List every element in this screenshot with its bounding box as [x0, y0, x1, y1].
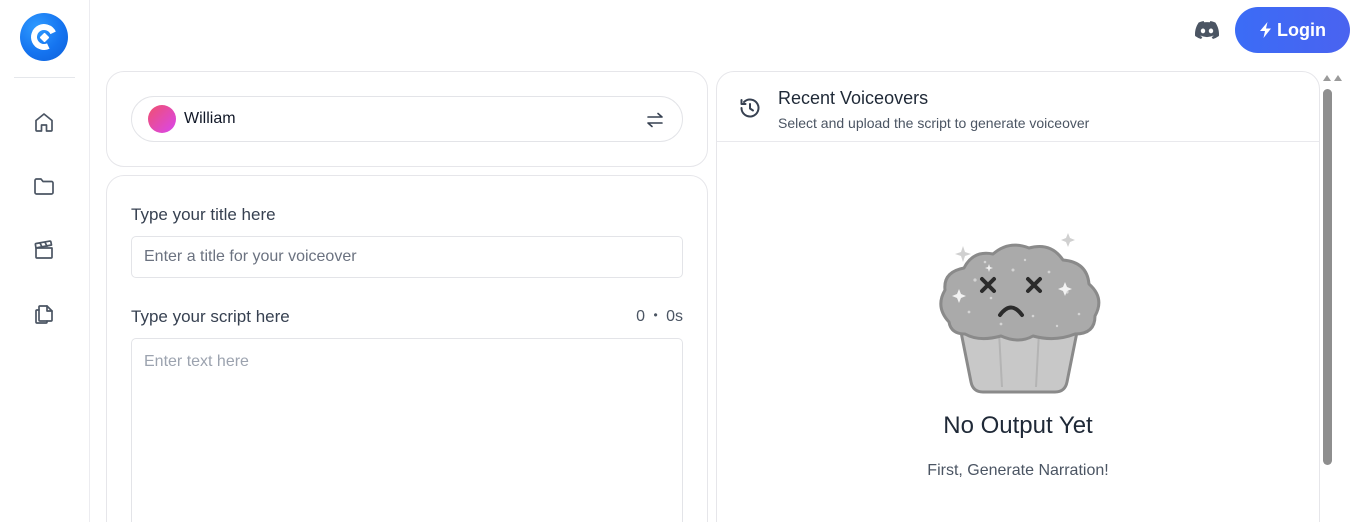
voice-name: William	[184, 110, 236, 127]
login-button[interactable]: Login	[1235, 7, 1350, 53]
folder-icon	[34, 178, 54, 195]
recent-voiceovers-panel: Recent Voiceovers Select and upload the …	[716, 71, 1320, 522]
duration: 0s	[666, 308, 683, 325]
script-counter: 0 • 0s	[636, 308, 683, 326]
recent-subtitle: Select and upload the script to generate…	[778, 115, 1090, 131]
home-icon	[35, 113, 53, 132]
login-label: Login	[1277, 19, 1326, 40]
scrollbar[interactable]	[1320, 71, 1342, 522]
scroll-up-arrow-secondary[interactable]	[1334, 75, 1342, 81]
recent-header: Recent Voiceovers Select and upload the …	[717, 72, 1319, 142]
empty-state-title: No Output Yet	[943, 412, 1093, 439]
title-input[interactable]	[131, 236, 683, 278]
scroll-up-arrow[interactable]	[1323, 75, 1331, 81]
voice-avatar	[148, 105, 176, 133]
lightning-icon	[1260, 22, 1271, 38]
app-root: Login William Type your title here Type …	[0, 0, 1365, 522]
script-textarea[interactable]	[131, 338, 683, 522]
clapperboard-icon	[34, 240, 53, 259]
sidebar	[0, 0, 90, 522]
app-logo[interactable]	[20, 13, 68, 61]
title-label: Type your title here	[131, 205, 276, 224]
empty-state-subtitle: First, Generate Narration!	[927, 462, 1109, 479]
sad-muffin-illustration	[939, 233, 1101, 394]
sidebar-item-projects[interactable]	[30, 172, 58, 200]
documents-icon	[35, 305, 53, 324]
sidebar-item-videos[interactable]	[30, 236, 58, 264]
voice-selector[interactable]: William	[131, 96, 683, 142]
script-label: Type your script here	[131, 307, 290, 326]
discord-icon[interactable]	[1195, 19, 1220, 41]
scroll-thumb[interactable]	[1323, 89, 1332, 465]
sidebar-item-home[interactable]	[30, 108, 58, 136]
recent-title: Recent Voiceovers	[778, 88, 929, 108]
script-card: Type your title here Type your script he…	[106, 175, 708, 522]
sidebar-item-documents[interactable]	[30, 300, 58, 328]
sidebar-divider	[14, 77, 75, 78]
counter-separator: •	[653, 308, 658, 322]
history-icon	[738, 96, 762, 120]
char-count: 0	[636, 308, 645, 325]
swap-icon[interactable]	[644, 109, 666, 131]
voice-card: William	[106, 71, 708, 167]
